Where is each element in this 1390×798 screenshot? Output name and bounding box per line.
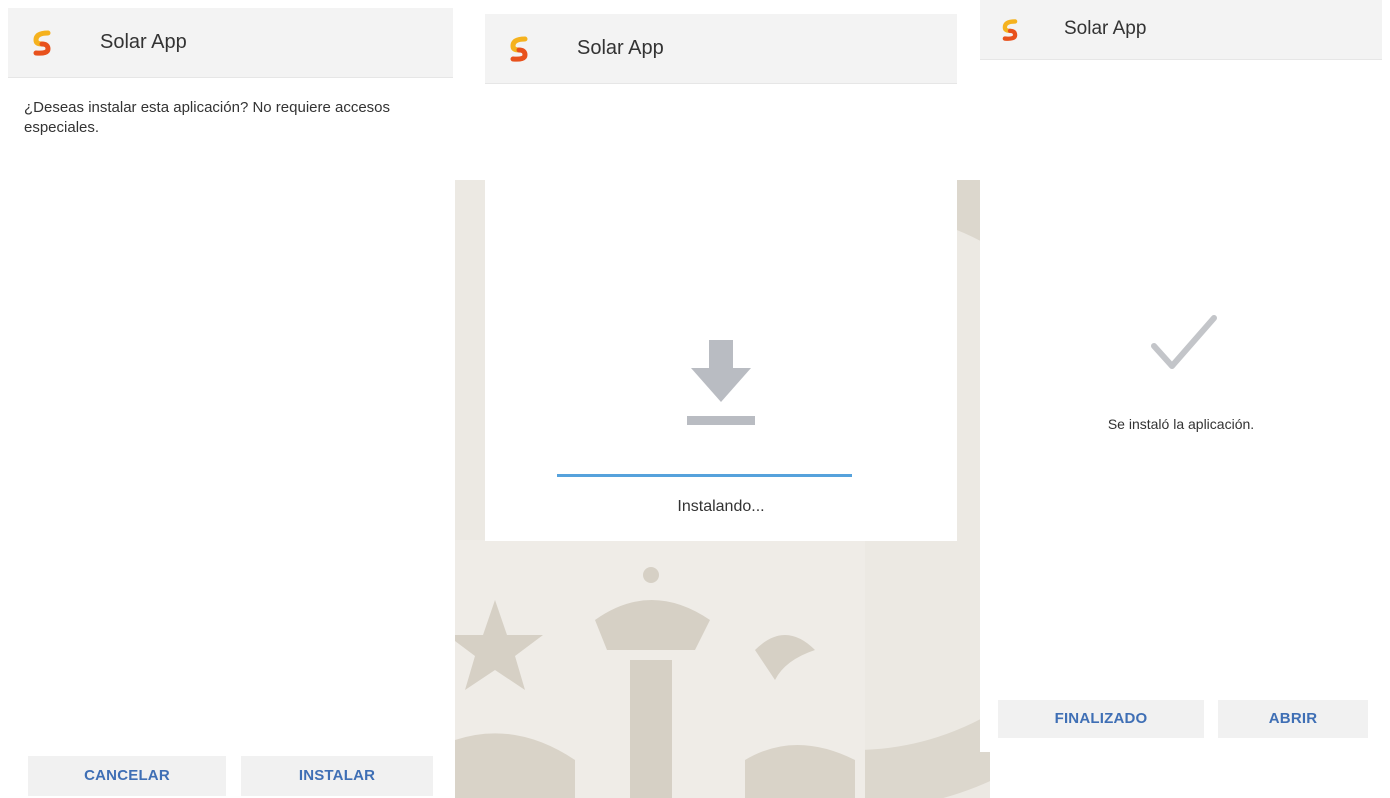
app-title: Solar App <box>577 37 664 59</box>
install-progress-fill <box>557 474 852 477</box>
install-complete-screen: Solar App Se instaló la aplicación. FINA… <box>980 0 1382 752</box>
download-icon <box>687 340 755 425</box>
install-progress-bar <box>557 474 852 477</box>
app-title: Solar App <box>1064 18 1147 39</box>
install-status-text: Instalando... <box>677 498 765 515</box>
finish-button[interactable]: FINALIZADO <box>998 700 1204 738</box>
solar-app-logo-icon <box>510 36 528 62</box>
install-prompt: ¿Deseas instalar esta aplicación? No req… <box>24 99 391 136</box>
checkmark-icon <box>1151 315 1217 369</box>
install-button[interactable]: INSTALAR <box>241 756 433 796</box>
open-app-button[interactable]: ABRIR <box>1218 700 1368 738</box>
solar-app-logo-icon <box>33 30 51 56</box>
app-header: Solar App <box>8 8 453 78</box>
app-header: Solar App <box>485 14 957 84</box>
solar-app-logo-icon <box>1002 19 1018 41</box>
cancel-button[interactable]: CANCELAR <box>28 756 226 796</box>
install-success-message: Se instaló la aplicación. <box>1107 416 1255 432</box>
app-header: Solar App <box>980 0 1382 60</box>
installing-screen: Solar App Instalando... <box>485 14 957 541</box>
app-title: Solar App <box>100 31 187 53</box>
install-confirm-screen: Solar App ¿Deseas instalar esta aplicaci… <box>8 8 453 798</box>
